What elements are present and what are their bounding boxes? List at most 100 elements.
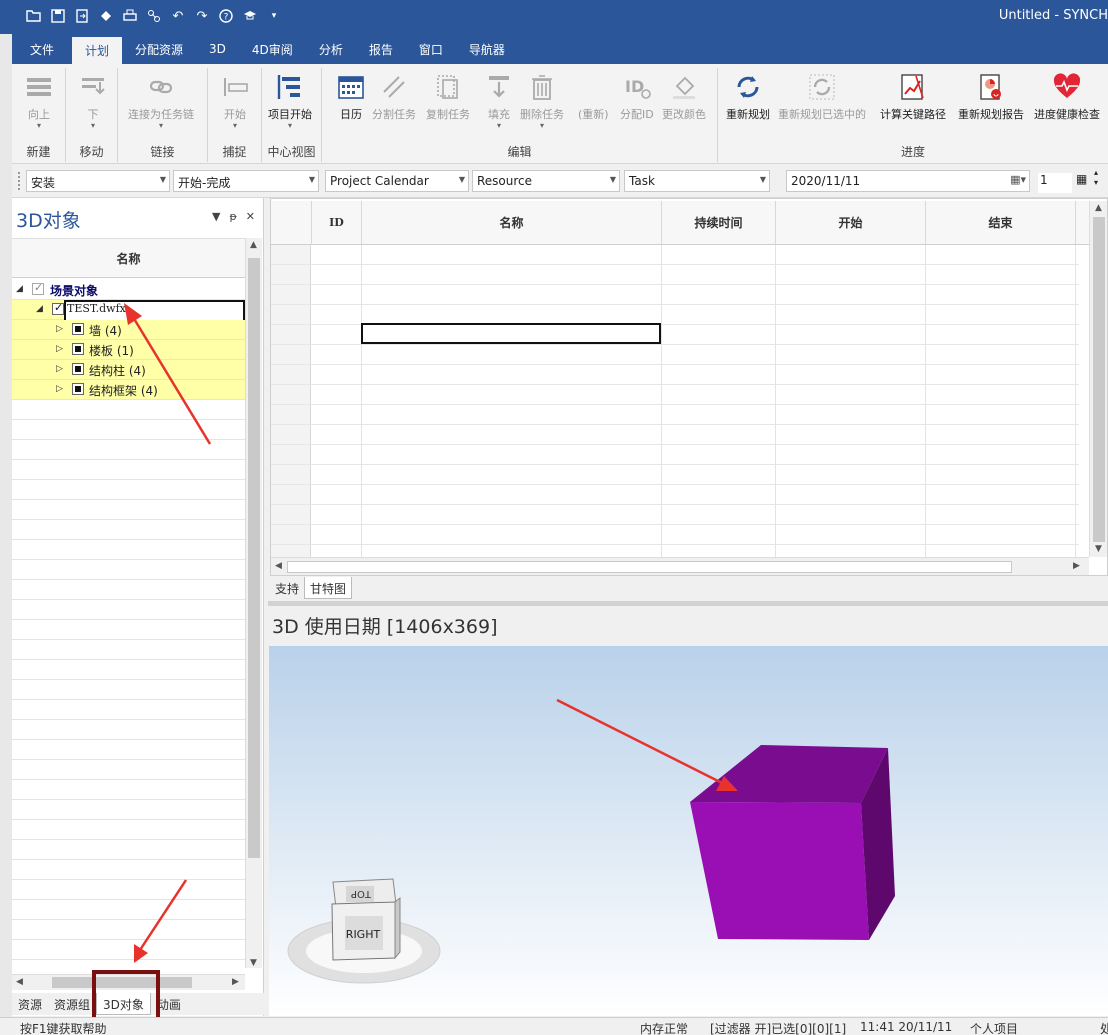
grid-row[interactable] — [271, 485, 1079, 505]
reschedule-selected-button[interactable]: 重新规划已选中的 — [778, 72, 866, 122]
tab-window[interactable]: 窗口 — [406, 34, 456, 64]
grid-row[interactable] — [271, 265, 1079, 285]
scroll-right-icon[interactable]: ▶ — [1073, 561, 1080, 571]
link-tasks-button[interactable]: 连接为任务链 ▾ — [128, 72, 194, 130]
collapse-arrow-icon[interactable]: ▷ — [56, 344, 63, 354]
grid-row[interactable] — [271, 285, 1079, 305]
root-checkbox[interactable] — [32, 281, 44, 295]
open-folder-icon[interactable] — [24, 6, 44, 26]
grid-row[interactable] — [271, 385, 1079, 405]
column-header-duration[interactable]: 持续时间 — [662, 201, 776, 245]
scroll-left-icon[interactable]: ◀ — [275, 561, 282, 571]
tab-resources[interactable]: 资源 — [12, 993, 48, 1015]
tab-assign-resources[interactable]: 分配资源 — [122, 34, 196, 64]
column-header-finish[interactable]: 结束 — [926, 201, 1076, 245]
scroll-left-icon[interactable]: ◀ — [16, 977, 23, 987]
scroll-down-icon[interactable]: ▼ — [250, 958, 257, 968]
undo-icon[interactable]: ↶ — [168, 6, 188, 26]
calendar-button[interactable]: 日历 — [336, 72, 366, 122]
tree-row-column[interactable]: ▷ 结构柱 (4) — [12, 360, 245, 380]
critical-path-button[interactable]: 计算关键路径 — [880, 72, 946, 122]
panel-menu-icon[interactable]: ▼ — [212, 210, 220, 223]
column-checkbox[interactable] — [72, 363, 84, 375]
box-front-face[interactable] — [690, 802, 869, 940]
tab-report[interactable]: 报告 — [356, 34, 406, 64]
column-header-start[interactable]: 开始 — [776, 201, 926, 245]
help-icon[interactable]: ? — [216, 6, 236, 26]
panel-vertical-scrollbar[interactable]: ▲ ▼ — [245, 238, 262, 968]
pin-icon[interactable]: ᵽ — [229, 210, 236, 223]
viewport-3d[interactable]: TOP RIGHT — [269, 646, 1108, 1016]
grid-row[interactable] — [271, 245, 1079, 265]
grid-row[interactable] — [271, 505, 1079, 525]
grid-row[interactable] — [271, 525, 1079, 545]
calendar-combo[interactable]: Project Calendar ▼ — [325, 170, 469, 192]
grid-row[interactable] — [271, 425, 1079, 445]
plugin-icon[interactable] — [96, 6, 116, 26]
toolbar-grip[interactable] — [18, 172, 21, 190]
tab-plan[interactable]: 计划 — [72, 37, 123, 64]
scroll-thumb[interactable] — [248, 258, 260, 858]
print-icon[interactable] — [120, 6, 140, 26]
column-header-id[interactable]: ID — [312, 201, 362, 245]
filter-combo-2[interactable]: 开始-完成 ▼ — [173, 170, 319, 192]
step-stepper[interactable]: 1 ▦ ▴ ▾ — [1034, 168, 1098, 193]
date-picker[interactable]: 2020/11/11 ▦▾ — [786, 170, 1030, 192]
grid-row[interactable] — [271, 305, 1079, 325]
spin-arrows-icon[interactable]: ▴ ▾ — [1094, 168, 1098, 188]
customize-qat-icon[interactable]: ▾ — [264, 6, 284, 26]
copy-task-button[interactable]: 复制任务 — [426, 72, 470, 122]
tree-row-wall[interactable]: ▷ 墙 (4) — [12, 320, 245, 340]
close-icon[interactable]: ✕ — [246, 210, 255, 223]
tab-3d[interactable]: 3D — [196, 34, 239, 64]
tab-file[interactable]: 文件 — [12, 34, 72, 64]
renumber-button[interactable]: (重新) — [578, 72, 609, 122]
scene-canvas[interactable]: TOP RIGHT — [269, 646, 1108, 1016]
tab-resource-groups[interactable]: 资源组 — [48, 993, 96, 1015]
fill-button[interactable]: 填充 ▾ — [484, 72, 514, 130]
move-up-button[interactable]: 向上 ▾ — [24, 72, 54, 130]
scroll-thumb[interactable] — [1093, 217, 1105, 542]
collapse-arrow-icon[interactable]: ▷ — [56, 324, 63, 334]
grid-row[interactable] — [271, 445, 1079, 465]
tab-analysis[interactable]: 分析 — [306, 34, 356, 64]
tree-row-slab[interactable]: ▷ 楼板 (1) — [12, 340, 245, 360]
slab-checkbox[interactable] — [72, 343, 84, 355]
import-icon[interactable] — [72, 6, 92, 26]
tab-navigator[interactable]: 导航器 — [456, 34, 518, 64]
graduation-cap-icon[interactable] — [240, 6, 260, 26]
tab-support[interactable]: 支持 — [270, 577, 304, 599]
delete-task-button[interactable]: 删除任务 ▾ — [520, 72, 564, 130]
grid-horizontal-scrollbar[interactable]: ◀ ▶ — [271, 557, 1089, 575]
link-nodes-icon[interactable] — [144, 6, 164, 26]
grid-row[interactable] — [271, 465, 1079, 485]
column-header-name[interactable]: 名称 — [362, 201, 662, 245]
column-header-name[interactable]: 名称 — [12, 238, 245, 278]
grid-row[interactable] — [271, 405, 1079, 425]
change-color-button[interactable]: 更改颜色 — [662, 72, 706, 122]
file-name-edit[interactable]: TEST.dwfx — [64, 300, 245, 322]
split-task-button[interactable]: 分割任务 — [372, 72, 416, 122]
tree-row-root[interactable]: ◢ 场景对象 — [12, 280, 245, 300]
scroll-right-icon[interactable]: ▶ — [232, 977, 239, 987]
task-combo[interactable]: Task ▼ — [624, 170, 770, 192]
wall-checkbox[interactable] — [72, 323, 84, 335]
calculator-icon[interactable]: ▦ — [1076, 172, 1087, 186]
box-3d-object[interactable] — [690, 745, 895, 940]
scroll-thumb[interactable] — [287, 561, 1012, 573]
tab-4d-review[interactable]: 4D审阅 — [239, 34, 306, 64]
scroll-down-icon[interactable]: ▼ — [1095, 544, 1102, 554]
tab-gantt[interactable]: 甘特图 — [304, 577, 353, 599]
scroll-up-icon[interactable]: ▲ — [250, 240, 257, 250]
filter-combo-1[interactable]: 安装 ▼ — [26, 170, 170, 192]
viewcube-side-face[interactable] — [394, 896, 401, 960]
grid-vertical-scrollbar[interactable]: ▲ ▼ — [1089, 201, 1107, 557]
tree-row-frame[interactable]: ▷ 结构框架 (4) — [12, 380, 245, 400]
start-button[interactable]: 开始 ▾ — [220, 72, 250, 130]
save-icon[interactable] — [48, 6, 68, 26]
expand-arrow-icon[interactable]: ◢ — [36, 304, 43, 314]
health-check-button[interactable]: 进度健康检查 — [1034, 72, 1100, 122]
scroll-up-icon[interactable]: ▲ — [1095, 203, 1102, 213]
collapse-arrow-icon[interactable]: ▷ — [56, 364, 63, 374]
grid-row[interactable] — [271, 345, 1079, 365]
